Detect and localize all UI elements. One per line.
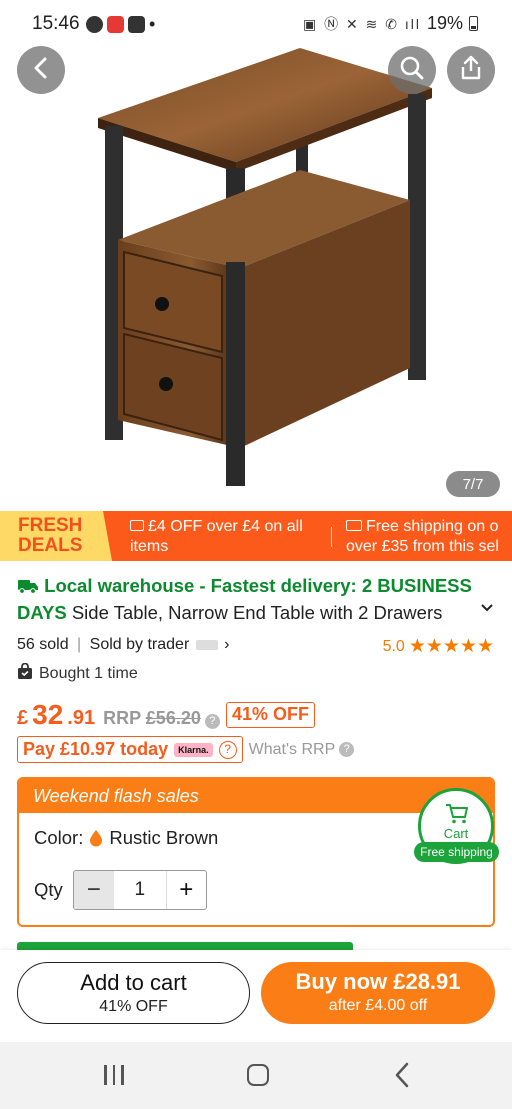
back-button[interactable] [17,46,65,94]
app-notification-icon [107,16,124,33]
product-image[interactable] [0,40,512,502]
sold-count: 56 sold [17,636,69,653]
system-icons: ▣ Ⓝ ✕ ≋ ✆ ıll 19% [303,13,478,34]
home-icon[interactable] [247,1064,269,1086]
seller-link[interactable]: Sold by trader › [90,636,230,653]
increase-quantity-button[interactable]: + [165,871,206,909]
share-button[interactable] [447,46,495,94]
coupon-offer: £4 OFF over £4 on all items [130,518,303,555]
expand-title-chevron-icon[interactable] [480,600,494,618]
add-to-cart-button[interactable]: Add to cart 41% OFF [17,962,250,1024]
truck-icon [17,575,44,596]
color-value: Rustic Brown [109,827,219,848]
fresh-deals-logo: FRESH DEALS [0,511,112,561]
color-selector[interactable]: Color: Rustic Brown [34,827,218,849]
discount-badge: 41% OFF [226,702,316,728]
star-icons: ★★★★★ [408,636,494,657]
klarna-logo: Klarna. [174,742,213,757]
rrp-help-icon[interactable]: ? [204,714,220,729]
divider [331,527,332,547]
check-notification-icon [128,16,145,33]
fresh-deals-banner[interactable]: FRESH DEALS £4 OFF over £4 on all items … [0,511,512,561]
product-name: Side Table, Narrow End Table with 2 Draw… [71,602,443,623]
rating[interactable]: 5.0 ★★★★★ [383,635,494,658]
rating-value: 5.0 [382,637,405,655]
sales-info: 56 sold | Sold by trader › [17,636,230,653]
klarna-row[interactable]: Pay £10.97 today Klarna. ? What's RRP ? [17,736,355,763]
help-icon: ? [339,742,355,757]
rrp: RRP £56.20 [103,708,201,728]
color-drop-icon [89,829,103,847]
bought-count: Bought 1 time [17,662,138,685]
klarna-help-icon[interactable]: ? [218,740,237,759]
back-arrow-icon [32,57,50,84]
store-logo-icon [195,639,218,650]
chevron-right-icon: › [224,636,230,653]
image-counter: 7/7 [446,471,500,497]
whats-rrp-link[interactable]: What's RRP ? [249,741,355,759]
battery-percent: 19% [426,13,463,33]
bag-icon [17,662,33,685]
truck-icon [346,520,362,531]
share-icon [459,55,483,86]
product-title[interactable]: Local warehouse - Fastest delivery: 2 BU… [17,572,487,628]
battery-icon [469,16,478,31]
nav-back-icon[interactable] [394,1062,410,1093]
decrease-quantity-button[interactable]: − [73,871,114,909]
search-icon [399,55,425,86]
system-navigation-bar [0,1042,512,1109]
system-status-icons: ▣ Ⓝ ✕ ≋ ✆ ıll [302,15,421,32]
quantity-row: Qty − 1 + [34,870,207,910]
bottom-action-bar: Add to cart 41% OFF Buy now £28.91 after… [0,950,512,1040]
shipping-offer: Free shipping on o over £35 from this se… [346,518,499,555]
free-shipping-badge: Free shipping [414,842,499,862]
search-button[interactable] [388,46,436,94]
message-icon [86,16,103,33]
quantity-stepper[interactable]: − 1 + [72,870,207,910]
price: £32.91 RRP £56.20 ? [17,699,220,731]
side-table-illustration [98,48,432,486]
buy-now-button[interactable]: Buy now £28.91 after £4.00 off [261,962,495,1024]
quantity-value[interactable]: 1 [114,871,166,909]
klarna-installment[interactable]: Pay £10.97 today Klarna. ? [17,736,243,763]
status-time: 15:46 [32,13,80,34]
more-dot-icon: • [149,14,156,34]
coupon-icon [130,520,144,531]
notification-icons: • [86,14,155,35]
recent-apps-icon[interactable] [104,1065,124,1085]
